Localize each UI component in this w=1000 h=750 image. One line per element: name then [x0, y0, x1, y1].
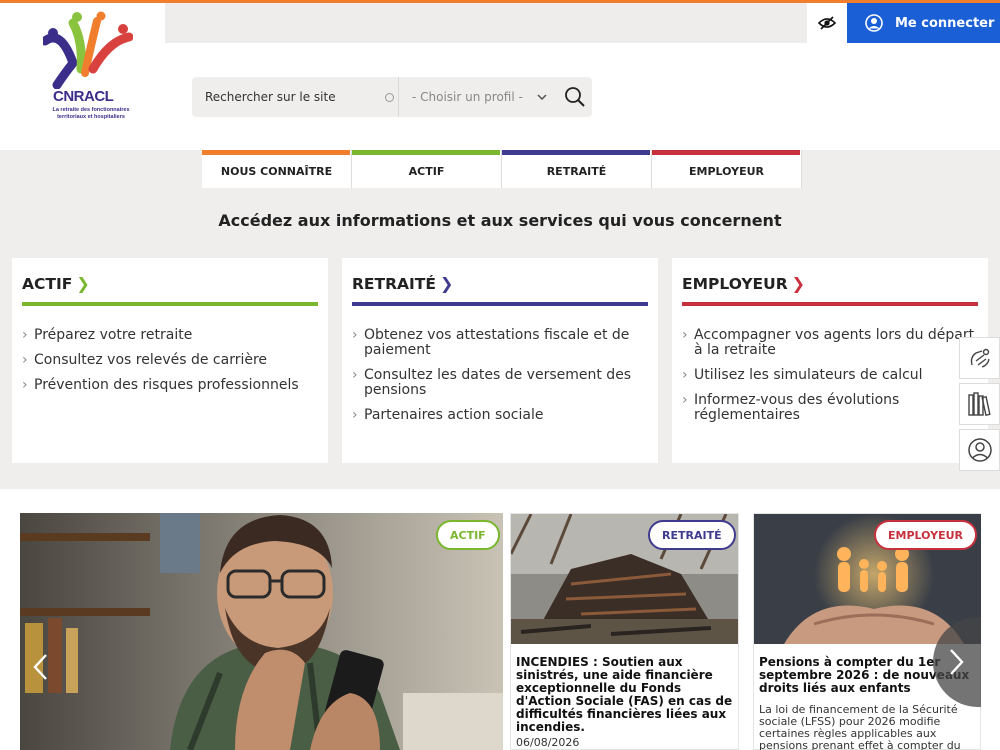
card-link[interactable]: Informez-vous des évolutions réglementai… [682, 393, 978, 423]
accessibility-toggle-button[interactable] [807, 3, 847, 43]
card-link[interactable]: Préparez votre retraite [22, 328, 318, 344]
logo-subtitle: La retraite des fonctionnaires territori… [52, 107, 130, 120]
profile-select[interactable]: - Choisir un profil - [399, 77, 557, 117]
carousel-prev-button[interactable] [20, 637, 60, 697]
card-link[interactable]: Obtenez vos attestations fiscale et de p… [352, 328, 648, 358]
login-label: Me connecter [895, 15, 995, 31]
hands-icon [970, 348, 990, 368]
news-card-retraite[interactable]: RETRAITÉ INCENDIES : Soutien aux sinistr… [510, 513, 739, 750]
search-input[interactable]: Rechercher sur le site [192, 77, 399, 117]
chevron-right-icon: ❯ [791, 274, 806, 293]
search-icon [564, 87, 585, 107]
nav-tab-label: NOUS CONNAÎTRE [220, 165, 333, 178]
logo-figures-icon [43, 11, 133, 89]
card-title-employeur[interactable]: EMPLOYEUR ❯ [682, 274, 978, 306]
nav-tab-label: RETRAITÉ [546, 165, 607, 178]
card-title-text: EMPLOYEUR [682, 274, 788, 293]
chevron-left-icon [33, 654, 47, 680]
logo-name: CNRACL [53, 88, 114, 105]
news-description: La loi de financement de la Sécurité soc… [759, 703, 961, 750]
nav-tab-employeur[interactable]: EMPLOYEUR [652, 150, 802, 188]
card-link[interactable]: Consultez vos relevés de carrière [22, 353, 318, 369]
card-title-actif[interactable]: ACTIF ❯ [22, 274, 318, 306]
search-placeholder: Rechercher sur le site [205, 90, 336, 104]
nav-tab-nous-connaitre[interactable]: NOUS CONNAÎTRE [202, 150, 352, 188]
news-date: 06/08/2026 [516, 736, 580, 749]
card-title-text: RETRAITÉ [352, 274, 436, 293]
site-logo[interactable]: CNRACL La retraite des fonctionnaires te… [5, 3, 165, 150]
side-toolbar [959, 337, 1000, 475]
search-spinner-icon [385, 93, 394, 102]
card-link[interactable]: Consultez les dates de versement des pen… [352, 368, 648, 398]
nav-tab-actif[interactable]: ACTIF [352, 150, 502, 188]
news-category-badge: EMPLOYEUR [874, 520, 977, 550]
man-with-phone-illustration [20, 513, 503, 750]
nav-tab-label: ACTIF [408, 165, 445, 178]
account-tool[interactable] [959, 429, 1000, 471]
card-link[interactable]: Accompagner vos agents lors du départ à … [682, 328, 978, 358]
featured-news-image[interactable]: ACTIF [20, 513, 503, 750]
page-headline: Accédez aux informations et aux services… [218, 211, 782, 230]
news-carousel: ACTIF RETRAITÉ INCENDIES : Soutien aux s… [0, 489, 1000, 750]
chevron-right-icon [950, 649, 964, 675]
profile-card-employeur: EMPLOYEUR❯ Accompagner vos agents lors d… [672, 258, 988, 463]
user-circle-icon [865, 14, 883, 32]
profile-card-retraite: RETRAITÉ❯ Obtenez vos attestations fisca… [342, 258, 658, 463]
profile-select-value: - Choisir un profil - [412, 90, 523, 104]
site-header: Me connecter CNRACL La retraite des fonc… [0, 3, 1000, 150]
card-title-text: ACTIF [22, 274, 73, 293]
news-title: INCENDIES : Soutien aux sinistrés, une a… [516, 655, 733, 734]
card-link[interactable]: Utilisez les simulateurs de calcul [682, 368, 978, 384]
nav-tab-label: EMPLOYEUR [689, 165, 764, 178]
chevron-down-icon [537, 94, 547, 100]
chevron-right-icon: ❯ [76, 274, 90, 293]
header-utility-bar [165, 3, 807, 43]
card-title-retraite[interactable]: RETRAITÉ ❯ [352, 274, 648, 306]
login-button[interactable]: Me connecter [847, 3, 1000, 43]
card-link[interactable]: Prévention des risques professionnels [22, 378, 318, 394]
sign-language-tool[interactable] [959, 337, 1000, 379]
news-category-badge: ACTIF [436, 520, 500, 550]
chevron-right-icon: ❯ [439, 274, 454, 293]
profile-card-actif: ACTIF❯ Préparez votre retraite Consultez… [12, 258, 328, 463]
search-bar: Rechercher sur le site - Choisir un prof… [192, 77, 592, 117]
user-circle-icon [967, 438, 992, 462]
documentation-tool[interactable] [959, 383, 1000, 425]
books-icon [967, 392, 991, 417]
nav-tab-retraite[interactable]: RETRAITÉ [502, 150, 652, 188]
search-button[interactable] [557, 77, 592, 117]
main-nav: NOUS CONNAÎTRE ACTIF RETRAITÉ EMPLOYEUR [202, 150, 802, 188]
eye-slash-icon [818, 16, 836, 30]
card-link[interactable]: Partenaires action sociale [352, 408, 648, 424]
news-category-badge: RETRAITÉ [648, 520, 736, 550]
